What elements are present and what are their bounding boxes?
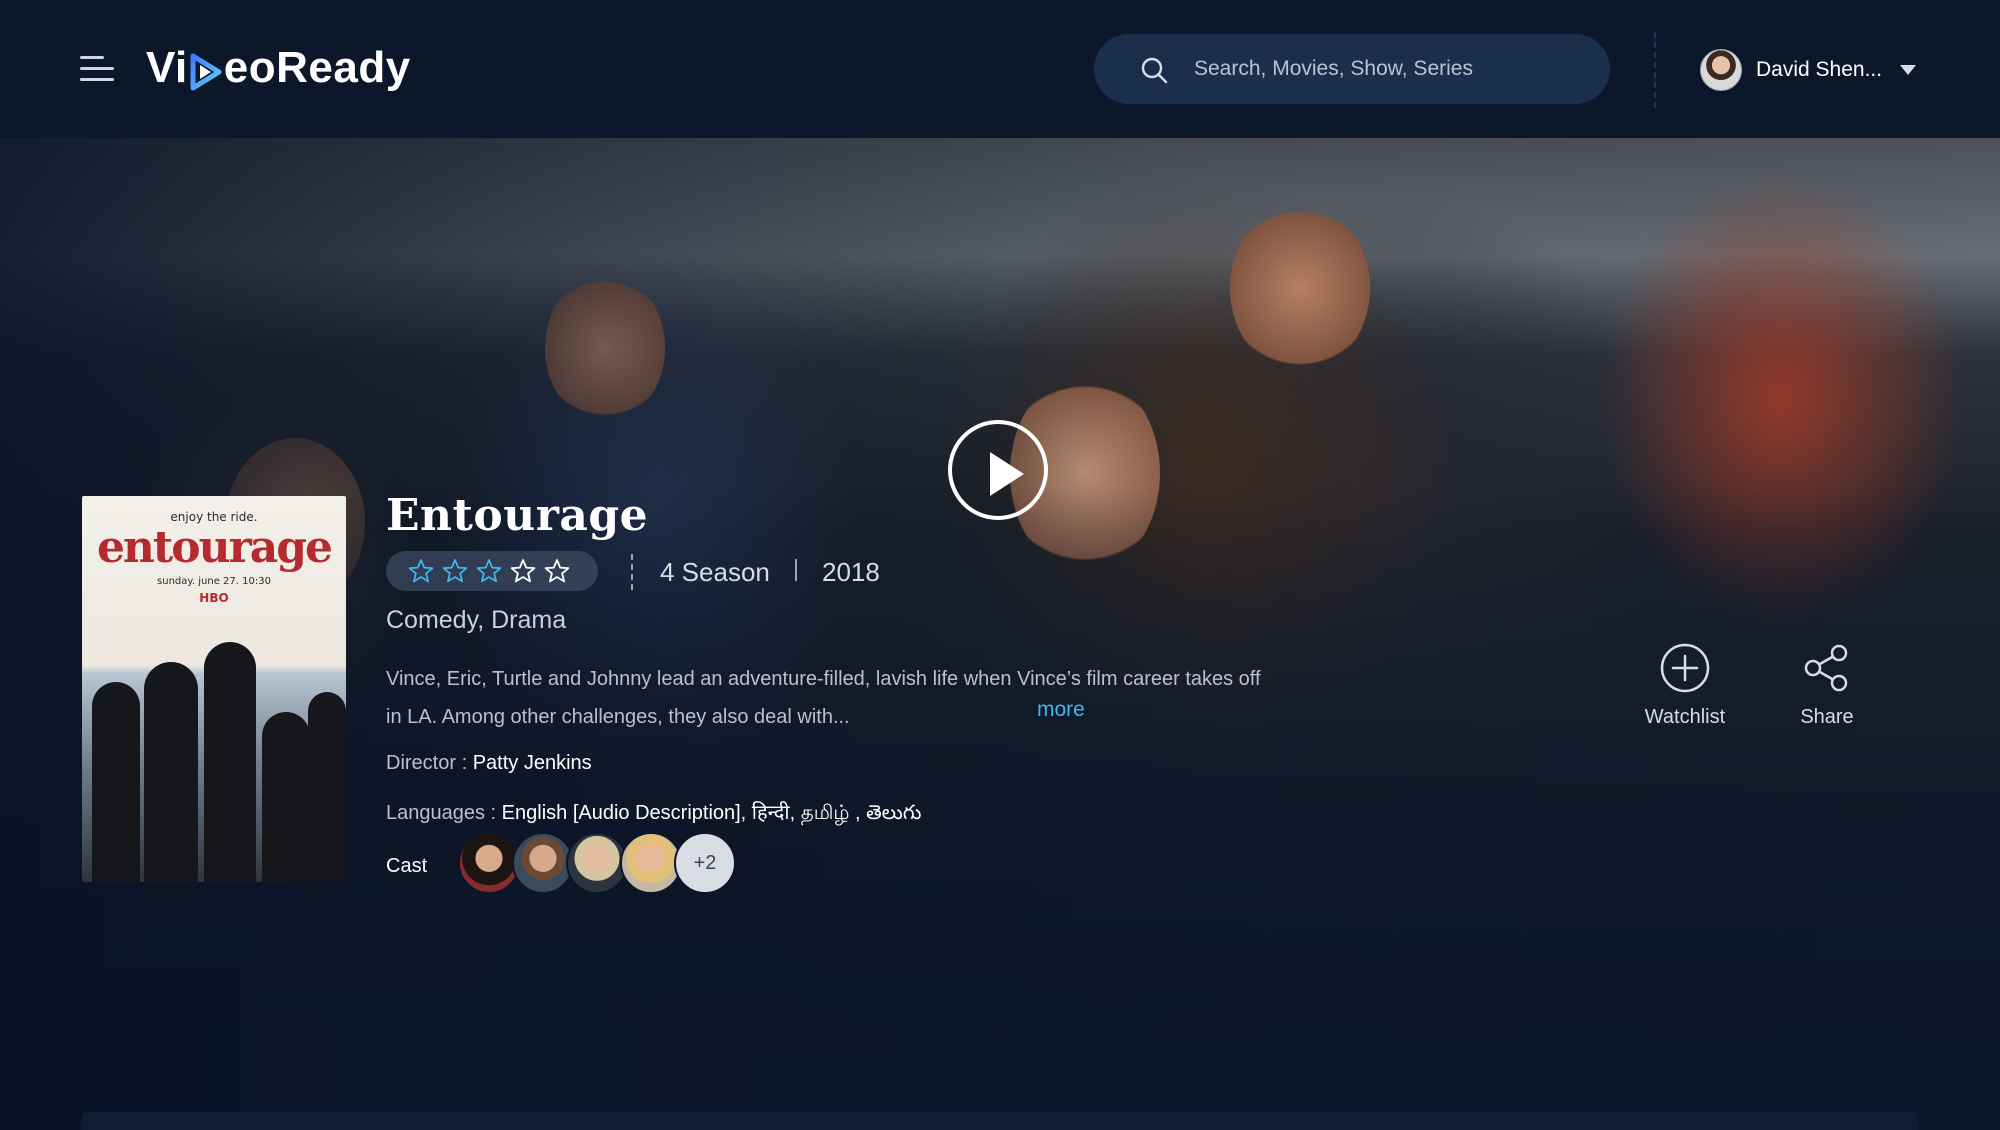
description: Vince, Eric, Turtle and Johnny lead an a… [386,668,1261,728]
poster-date: sunday. june 27. 10:30 [157,576,271,587]
share-icon [1804,644,1848,692]
director-label: Director : [386,752,468,774]
play-button[interactable] [948,420,1048,520]
show-title: Entourage [386,490,649,541]
play-icon [990,452,1024,496]
release-year: 2018 [822,557,880,587]
poster-figure [92,682,140,882]
avatar [1700,49,1742,91]
meta-divider [631,554,633,590]
share-label: Share [1800,706,1854,728]
poster-figure [144,662,198,882]
poster-figure [308,692,346,882]
watchlist-label: Watchlist [1644,706,1726,728]
caret-down-icon[interactable] [1900,65,1917,75]
show-poster[interactable]: enjoy the ride. entourage sunday. june 2… [82,496,346,882]
cast-list: +2 [458,832,736,896]
watchlist-button[interactable]: Watchlist [1630,642,1740,729]
meta-separator [795,559,797,581]
languages-value: English [Audio Description], हिन्दी, தமி… [501,802,922,824]
star-icon[interactable] [442,558,468,584]
user-name: David Shen... [1756,58,1883,81]
header-divider [1654,32,1656,108]
content-row-edge [82,1112,1918,1130]
poster-figure [204,642,256,882]
play-logo-icon [190,53,222,91]
cast-avatar[interactable] [620,832,682,894]
share-button[interactable]: Share [1772,642,1882,729]
cast-avatar[interactable] [512,832,574,894]
director-name: Patty Jenkins [472,752,592,774]
cast-more-button[interactable]: +2 [674,832,736,894]
season-count: 4 Season [660,557,770,587]
rating-stars[interactable] [386,551,598,591]
poster-title: entourage [96,522,333,573]
director: Director : Patty Jenkins [386,752,592,775]
star-icon[interactable] [544,558,570,584]
languages-label: Languages : [386,802,497,824]
user-menu[interactable]: David Shen... [1700,48,1917,92]
search-input[interactable] [1194,46,1584,92]
logo-text-suffix: eoReady [223,43,411,92]
search-bar[interactable] [1094,34,1610,104]
cast-label: Cast [386,855,428,877]
page: Vi eoReady David Shen... [0,0,2000,1130]
plus-circle-icon [1660,643,1710,693]
menu-icon[interactable] [80,56,116,82]
cast-avatar[interactable] [566,832,628,894]
poster-figure [262,712,310,882]
languages: Languages : English [Audio Description],… [386,798,921,829]
more-link[interactable]: more [1037,698,1085,722]
star-icon[interactable] [476,558,502,584]
poster-network-logo: HBO [199,591,229,605]
genres: Comedy, Drama [386,606,567,634]
cast-avatar[interactable] [458,832,520,894]
app-logo[interactable]: Vi eoReady [146,40,411,96]
star-icon[interactable] [408,558,434,584]
star-icon[interactable] [510,558,536,584]
top-bar: Vi eoReady David Shen... [0,0,2000,138]
logo-text-prefix: Vi [146,43,188,92]
search-icon[interactable] [1140,56,1168,84]
